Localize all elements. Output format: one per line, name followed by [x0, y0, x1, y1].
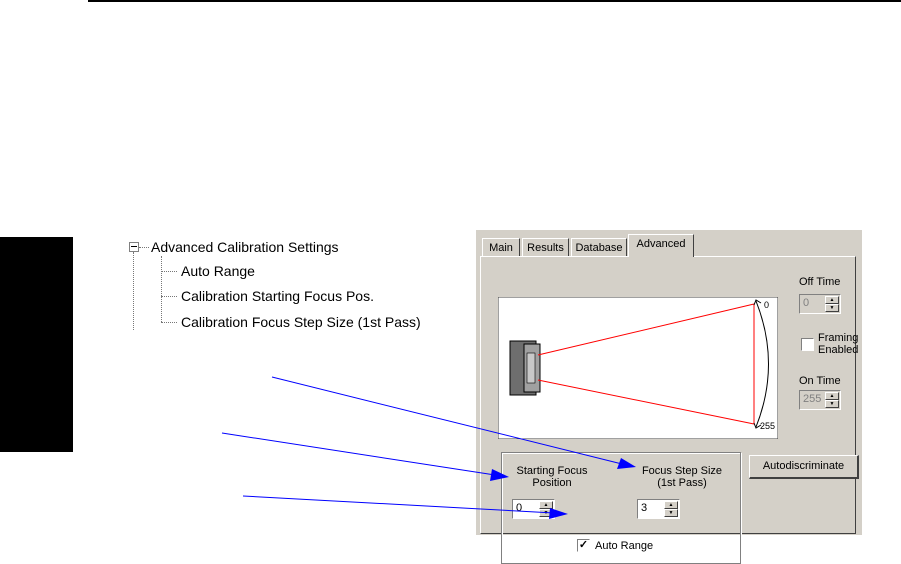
- focus-step-spinner[interactable]: 3 ▲ ▼: [637, 499, 680, 519]
- focus-step-label-line2: (1st Pass): [657, 477, 707, 489]
- spin-down-icon[interactable]: ▼: [664, 509, 678, 517]
- tree-connector: [161, 296, 177, 297]
- framing-enabled-checkbox[interactable]: [801, 338, 814, 351]
- focus-step-value: 3: [641, 502, 648, 514]
- starting-focus-spinner[interactable]: 0 ▲ ▼: [512, 499, 555, 519]
- reader-lens-icon: [526, 352, 536, 384]
- focus-range-diagram: 0 255: [498, 297, 778, 439]
- auto-range-label: Auto Range: [595, 540, 654, 552]
- auto-range-checkbox[interactable]: ✓: [577, 539, 590, 552]
- tree-item-starting-focus[interactable]: Calibration Starting Focus Pos.: [181, 288, 374, 304]
- on-time-label: On Time: [799, 375, 841, 387]
- tree-connector: [161, 271, 177, 272]
- autodiscriminate-button[interactable]: Autodiscriminate: [749, 455, 859, 479]
- starting-focus-label-line2: Position: [532, 477, 572, 489]
- spin-up-icon[interactable]: ▲: [664, 501, 678, 509]
- settings-dialog: Main Results Database Advanced 0 255 Off…: [476, 230, 862, 564]
- tree-root-advanced-calibration[interactable]: Advanced Calibration Settings: [151, 239, 339, 255]
- top-rule: [88, 0, 901, 2]
- framing-label-line2: Enabled: [818, 344, 859, 356]
- off-time-label: Off Time: [799, 276, 841, 288]
- tab-main[interactable]: Main: [482, 238, 520, 256]
- callout-line-starting-focus: [221, 432, 496, 476]
- framing-label-line1: Framing: [818, 332, 859, 344]
- off-time-spinner[interactable]: 0 ▲ ▼: [799, 294, 841, 314]
- off-time-value: 0: [803, 297, 810, 309]
- tab-database[interactable]: Database: [571, 238, 627, 256]
- tab-panel-advanced: 0 255 Off Time 0 ▲ ▼ Framing Enabled On T…: [480, 256, 859, 564]
- tree-guide-line: [133, 252, 134, 330]
- tree-connector: [161, 322, 177, 323]
- tab-advanced[interactable]: Advanced: [628, 234, 694, 257]
- tree-item-auto-range[interactable]: Auto Range: [181, 263, 255, 279]
- spin-up-icon[interactable]: ▲: [825, 296, 839, 304]
- tree-connector: [139, 247, 149, 248]
- range-top-label: 0: [764, 300, 769, 310]
- spin-down-icon[interactable]: ▼: [825, 400, 839, 408]
- tab-results[interactable]: Results: [522, 238, 569, 256]
- calibration-groupbox: Starting Focus Position 0 ▲ ▼ Focus Step …: [501, 452, 741, 564]
- focus-step-label-line1: Focus Step Size: [641, 465, 723, 477]
- spin-down-icon[interactable]: ▼: [539, 509, 553, 517]
- spin-up-icon[interactable]: ▲: [539, 501, 553, 509]
- on-time-spinner[interactable]: 255 ▲ ▼: [799, 390, 841, 410]
- starting-focus-value: 0: [516, 502, 523, 514]
- side-tab: [0, 237, 73, 452]
- collapse-icon[interactable]: [129, 242, 139, 252]
- starting-focus-label-line1: Starting Focus: [516, 465, 588, 477]
- tree-item-focus-step[interactable]: Calibration Focus Step Size (1st Pass): [181, 314, 421, 330]
- spin-up-icon[interactable]: ▲: [825, 392, 839, 400]
- on-time-value: 255: [803, 393, 822, 405]
- tree-child-guide: [161, 256, 162, 322]
- range-bottom-label: 255: [760, 421, 775, 431]
- spin-down-icon[interactable]: ▼: [825, 304, 839, 312]
